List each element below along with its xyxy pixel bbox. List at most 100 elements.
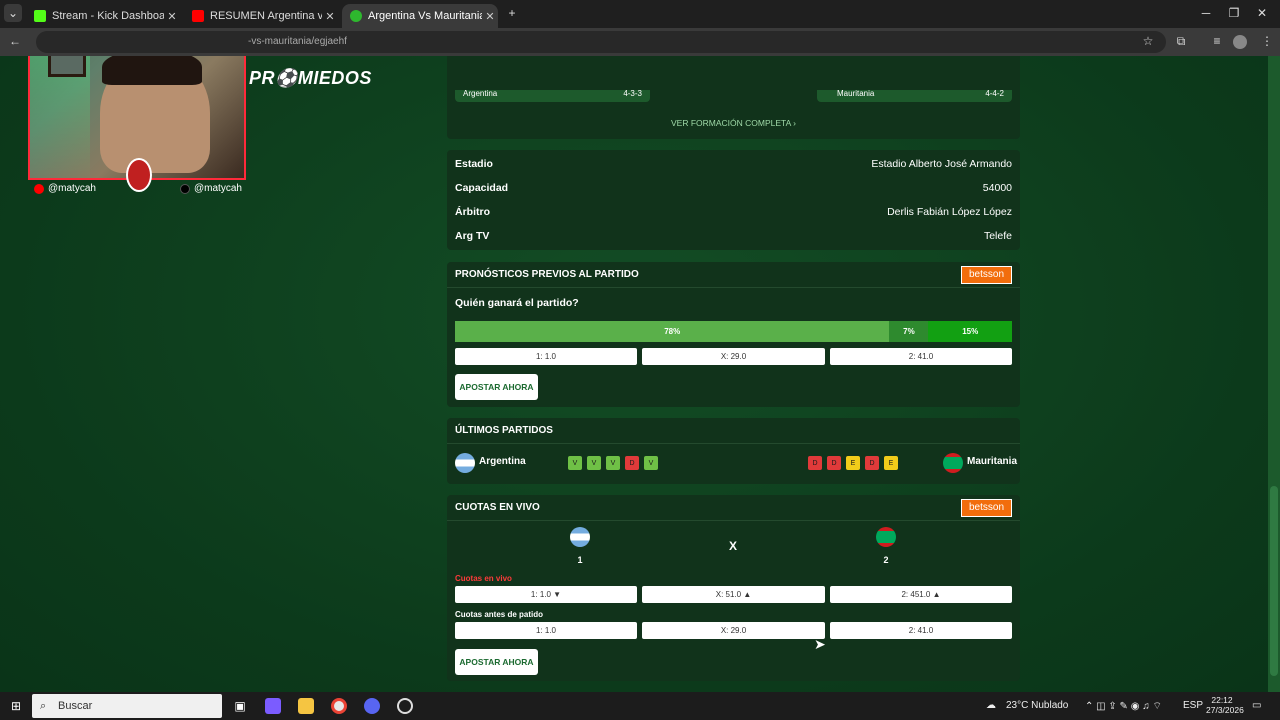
home-formation-strip: Argentina 4-3-3	[455, 90, 650, 102]
predictions-card: PRONÓSTICOS PREVIOS AL PARTIDO betsson Q…	[447, 262, 1020, 407]
url-input[interactable]: -vs-mauritania/egjaehf	[36, 31, 1166, 53]
result-chip: V	[606, 456, 620, 470]
predictions-title: PRONÓSTICOS PREVIOS AL PARTIDO	[455, 269, 639, 280]
youtube-icon	[192, 10, 204, 22]
info-value: 54000	[982, 182, 1012, 194]
obs-icon[interactable]	[397, 698, 413, 714]
prediction-bar: 78% 7% 15%	[455, 321, 1012, 342]
tab-search-icon[interactable]: ⌄	[4, 4, 22, 22]
result-chip: D	[808, 456, 822, 470]
info-row-stadium: Estadio Estadio Alberto José Armando	[447, 152, 1020, 176]
prediction-question: Quién ganará el partido?	[455, 297, 579, 309]
browser-tab-bar: ⌄ Stream - Kick Dashboard ✕ RESUMEN Arge…	[0, 0, 1280, 28]
weather-text[interactable]: 23°C Nublado	[1006, 700, 1068, 711]
windows-start-icon[interactable]: ⊞	[8, 698, 24, 714]
extensions-icon[interactable]: ⧉	[1172, 34, 1190, 49]
betsson-logo[interactable]: betsson	[961, 266, 1012, 284]
restore-icon[interactable]: ❐	[1224, 6, 1244, 20]
tab-youtube[interactable]: RESUMEN Argentina vs Estado ✕	[184, 4, 338, 28]
formation-card: Argentina 4-3-3 Mauritania 4-4-2 VER FOR…	[447, 56, 1020, 139]
chrome-icon[interactable]	[331, 698, 347, 714]
live-odds-title: CUOTAS EN VIVO	[455, 502, 540, 513]
info-label: Árbitro	[455, 206, 490, 218]
discord-icon[interactable]	[364, 698, 380, 714]
odds-draw-button[interactable]: X: 29.0	[642, 348, 825, 365]
taskbar-search[interactable]: ⌕ Buscar	[32, 694, 222, 718]
pre-odds-draw[interactable]: X: 29.0	[642, 622, 825, 639]
away-team-label: Mauritania	[967, 456, 1018, 467]
full-formation-link[interactable]: VER FORMACIÓN COMPLETA ›	[447, 118, 1020, 128]
tray-icons[interactable]: ⌃ ◫ ⇪ ✎ ◉ ♫ ⌔	[1085, 700, 1162, 713]
bookmark-star-icon[interactable]: ☆	[1139, 34, 1157, 48]
info-row-referee: Árbitro Derlis Fabián López López	[447, 200, 1020, 224]
tiktok-icon	[180, 183, 190, 194]
kick-icon	[34, 10, 46, 22]
col-draw-label: X	[728, 539, 737, 553]
stream-badge-icon	[126, 158, 152, 192]
address-bar-row: ← -vs-mauritania/egjaehf ☆ ⧉ ≡ ⋮	[0, 28, 1280, 56]
result-chip: V	[587, 456, 601, 470]
notifications-icon[interactable]: ▭	[1252, 700, 1261, 711]
last-matches-card: ÚLTIMOS PARTIDOS Argentina VVVDV DDEDE M…	[447, 418, 1020, 484]
tab-title: Stream - Kick Dashboard	[52, 10, 164, 22]
windows-taskbar: ⊞ ⌕ Buscar ▣ ☁ 23°C Nublado ⌃ ◫ ⇪ ✎ ◉ ♫ …	[0, 692, 1280, 720]
close-icon[interactable]: ✕	[164, 10, 180, 23]
profile-avatar[interactable]	[1233, 35, 1247, 49]
handle-text: @matycah	[194, 183, 242, 194]
tab-title: RESUMEN Argentina vs Estado	[210, 10, 322, 22]
youtube-handle: @matycah	[34, 183, 96, 194]
task-view-icon[interactable]: ▣	[232, 698, 248, 714]
pre-odds-label: Cuotas antes de patido	[455, 610, 544, 619]
file-explorer-icon[interactable]	[298, 698, 314, 714]
tab-title: Argentina Vs Mauritania - Resu	[368, 10, 482, 22]
wall-picture	[48, 56, 86, 77]
media-icon[interactable]: ≡	[1208, 34, 1226, 48]
live-odds-draw[interactable]: X: 51.0 ▲	[642, 586, 825, 603]
col-away-label: 2	[883, 555, 889, 565]
new-tab-icon[interactable]: +	[502, 6, 522, 20]
tab-promiedos[interactable]: Argentina Vs Mauritania - Resu ✕	[342, 4, 498, 28]
window-close-icon[interactable]: ✕	[1252, 6, 1272, 20]
result-chip: E	[846, 456, 860, 470]
language-indicator[interactable]: ESP	[1183, 700, 1203, 711]
odds-away-button[interactable]: 2: 41.0	[830, 348, 1012, 365]
pre-odds-home[interactable]: 1: 1.0	[455, 622, 637, 639]
info-value: Telefe	[983, 230, 1012, 242]
info-label: Estadio	[455, 158, 493, 170]
prediction-segment: 15%	[928, 321, 1012, 342]
info-row-tv: Arg TV Telefe	[447, 224, 1020, 248]
live-odds-header: CUOTAS EN VIVO betsson	[447, 495, 1020, 521]
betsson-logo[interactable]: betsson	[961, 499, 1012, 517]
close-icon[interactable]: ✕	[482, 10, 498, 23]
clock-time: 22:12	[1211, 695, 1233, 705]
copilot-icon[interactable]	[265, 698, 281, 714]
prediction-segment: 78%	[455, 321, 890, 342]
info-label: Capacidad	[455, 182, 509, 194]
url-text: -vs-mauritania/egjaehf	[248, 36, 347, 47]
pre-odds-away[interactable]: 2: 41.0	[830, 622, 1012, 639]
clock[interactable]: 22:12 27/3/2026	[1206, 695, 1244, 715]
scrollbar-thumb[interactable]	[1270, 486, 1278, 676]
bet-now-button[interactable]: APOSTAR AHORA	[455, 374, 538, 400]
minimize-icon[interactable]: ─	[1196, 6, 1216, 20]
odds-home-button[interactable]: 1: 1.0	[455, 348, 637, 365]
close-icon[interactable]: ✕	[322, 10, 338, 23]
away-formation-strip: Mauritania 4-4-2	[817, 90, 1012, 102]
col-home-label: 1	[577, 555, 583, 565]
result-chip: D	[865, 456, 879, 470]
tab-kick[interactable]: Stream - Kick Dashboard ✕	[26, 4, 180, 28]
live-odds-home[interactable]: 1: 1.0 ▼	[455, 586, 637, 603]
youtube-icon	[34, 183, 44, 194]
promiedos-logo[interactable]: PR⚽MIEDOS	[249, 68, 372, 89]
live-odds-away[interactable]: 2: 451.0 ▲	[830, 586, 1012, 603]
bet-now-button[interactable]: APOSTAR AHORA	[455, 649, 538, 675]
mauritania-flag-icon	[943, 453, 963, 473]
page-scrollbar[interactable]	[1268, 56, 1280, 692]
result-chip: D	[625, 456, 639, 470]
away-team-name: Mauritania	[837, 89, 875, 98]
argentina-flag-icon	[570, 527, 590, 547]
info-label: Arg TV	[455, 230, 490, 242]
menu-icon[interactable]: ⋮	[1258, 34, 1276, 48]
last-matches-title: ÚLTIMOS PARTIDOS	[455, 425, 553, 436]
back-icon[interactable]: ←	[6, 34, 24, 48]
